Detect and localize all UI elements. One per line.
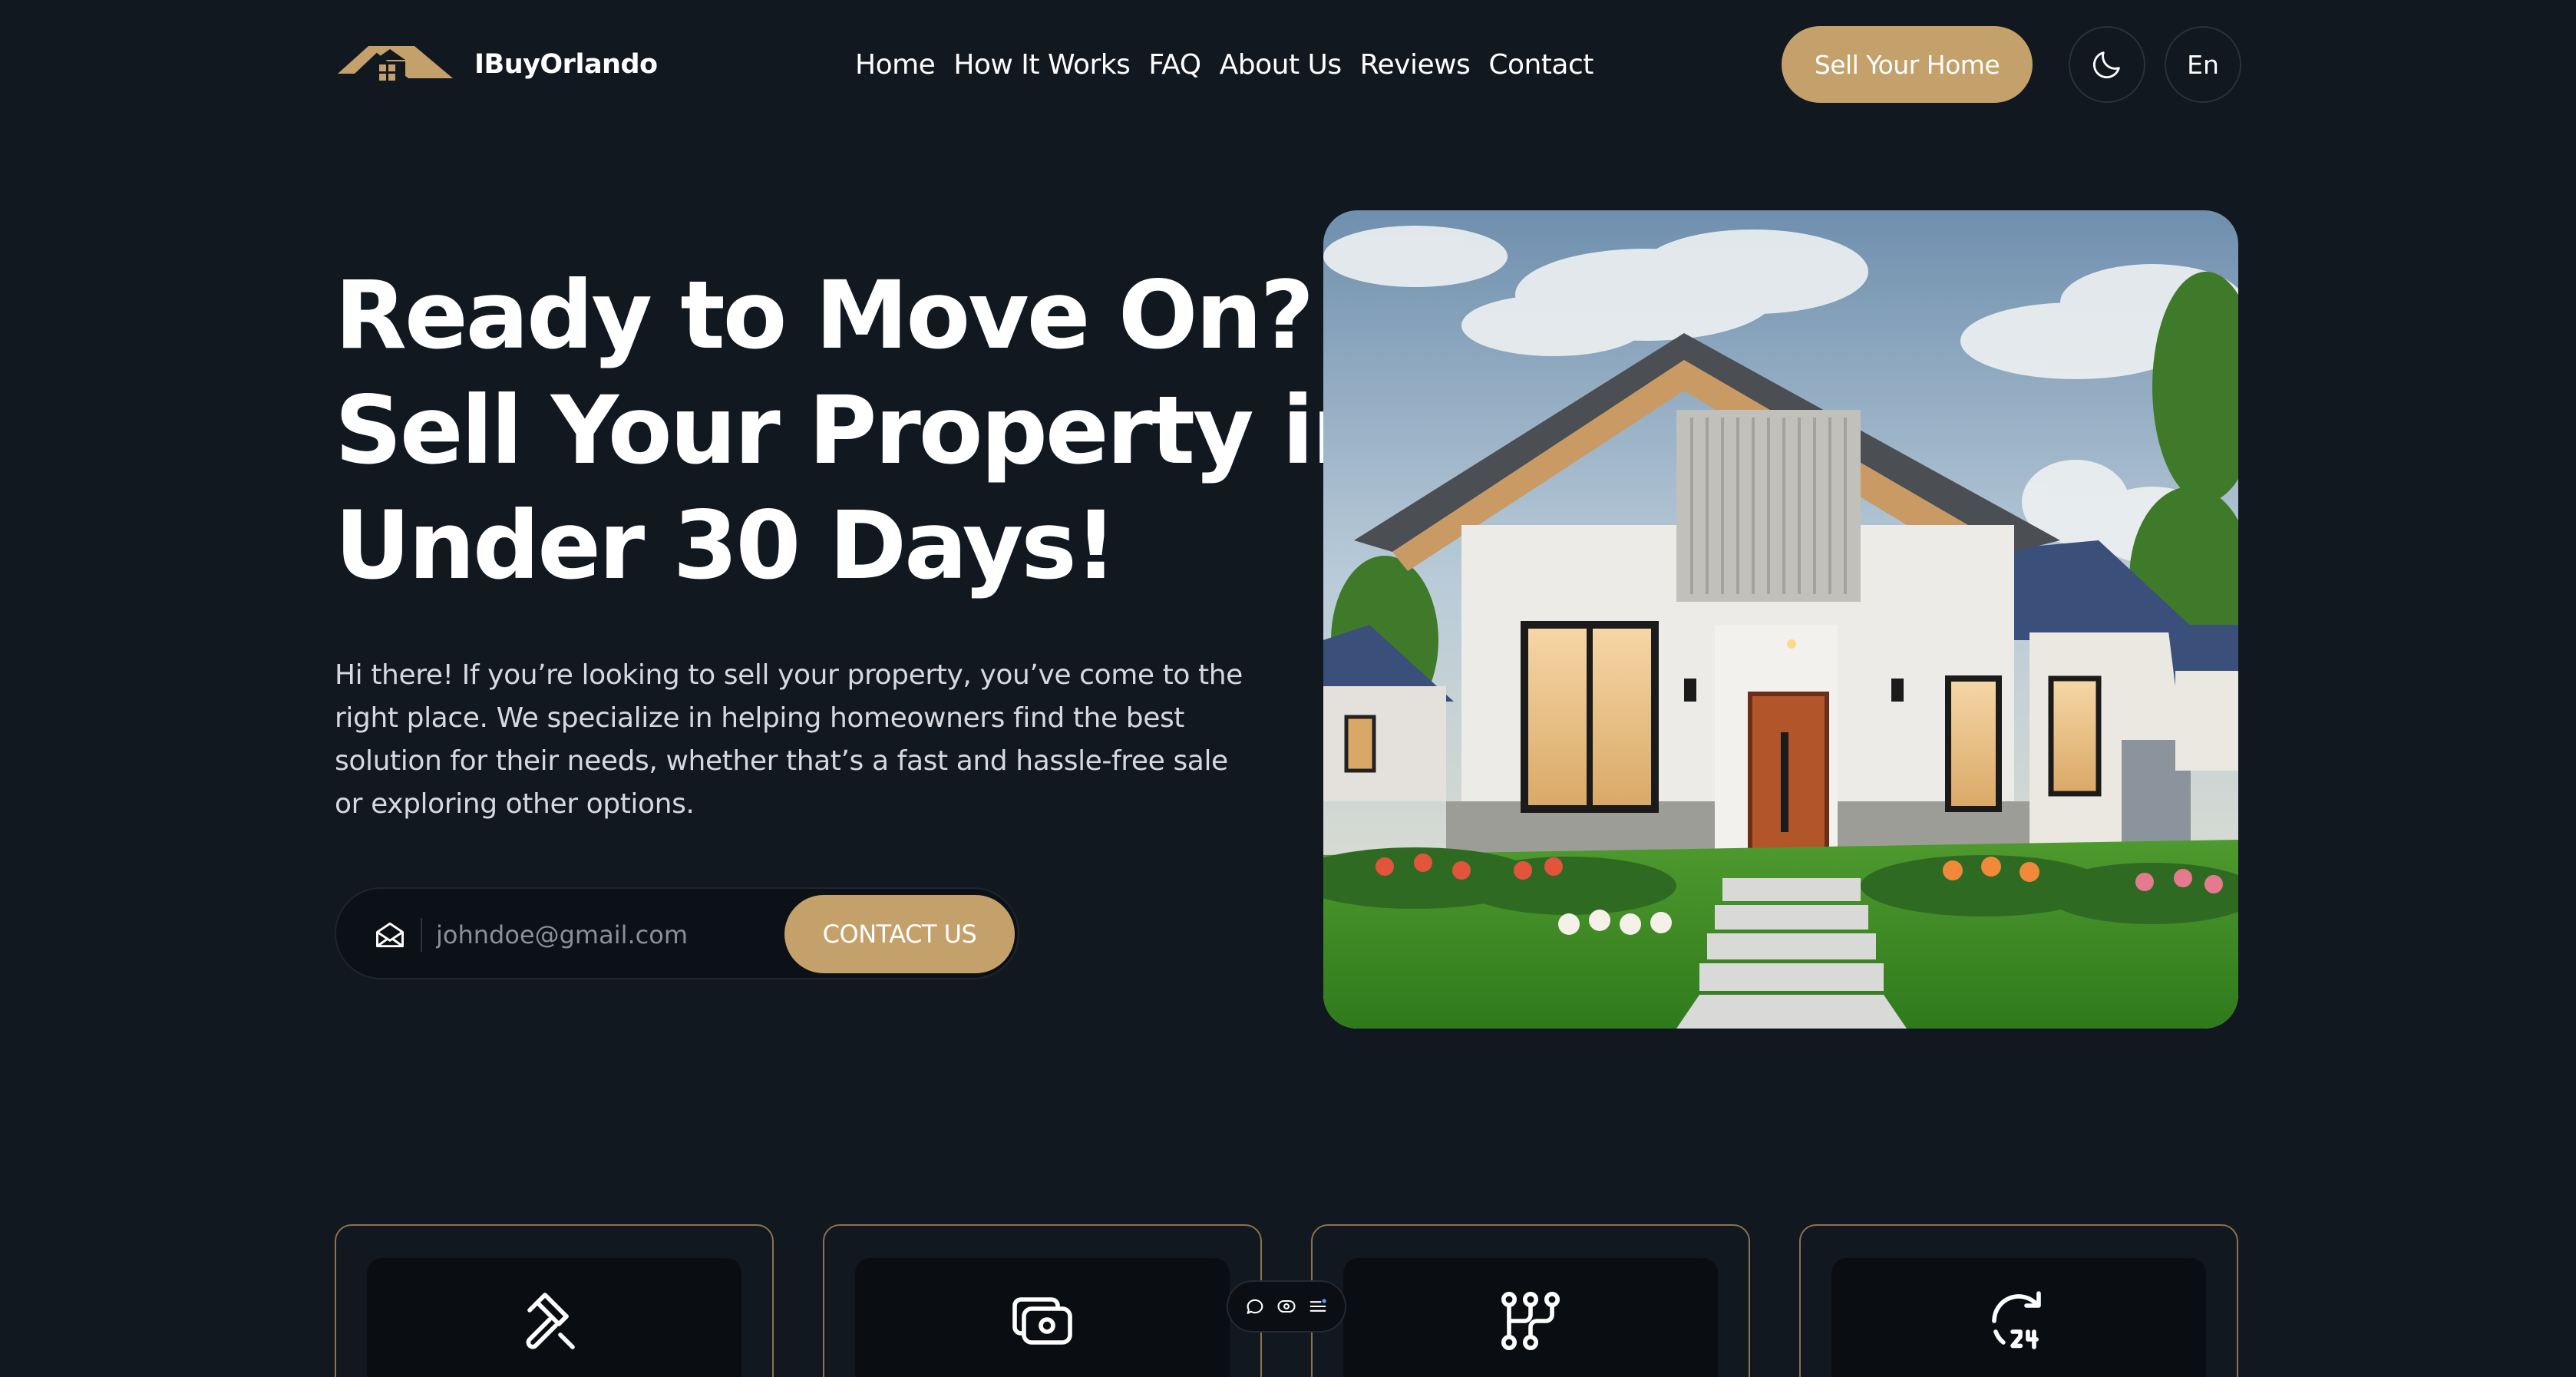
house-roof-logo-icon [338,46,453,81]
email-input[interactable] [436,912,712,958]
feature-card-icon-box [855,1258,1230,1377]
theme-toggle-button[interactable] [2069,26,2145,103]
hero-title-line-2: Sell Your Property in [335,376,1379,485]
feature-card [1799,1224,2238,1377]
feature-card-icon-box [1831,1258,2206,1377]
form-divider [421,918,422,952]
feature-card-icon-box [367,1258,741,1377]
logo[interactable]: IBuyOrlando [338,43,658,86]
24-hour-icon [1992,1291,2041,1349]
eye-icon[interactable] [1276,1296,1297,1317]
contact-us-button[interactable]: CONTACT US [784,895,1015,973]
floating-toolbar [1227,1280,1346,1332]
nav-about-us[interactable]: About Us [1220,49,1342,81]
nav-contact[interactable]: Contact [1488,49,1593,81]
envelope-open-icon [376,922,404,948]
nav-faq[interactable]: FAQ [1148,49,1201,81]
chat-icon[interactable] [1244,1296,1266,1317]
site-header: IBuyOrlando Home How It Works FAQ About … [0,0,2576,130]
hero-house-image [1323,210,2238,1029]
gavel-icon [526,1293,575,1349]
moon-icon [2093,51,2120,78]
workflow-icon [1501,1292,1560,1351]
nav-how-it-works[interactable]: How It Works [953,49,1131,81]
contact-form: CONTACT US [335,887,1019,979]
cash-icon [1012,1297,1072,1345]
feature-card [1311,1224,1750,1377]
hero-title-line-3: Under 30 Days! [335,491,1118,600]
hero-description: Hi there! If you’re looking to sell your… [335,659,1243,820]
feature-card [335,1224,774,1377]
language-button[interactable]: En [2165,26,2241,103]
hero-title-line-1: Ready to Move On? [335,261,1314,370]
main-nav: Home How It Works FAQ About Us Reviews C… [855,43,1593,86]
brand-name: IBuyOrlando [474,49,658,80]
list-icon[interactable] [1307,1296,1329,1317]
sell-your-home-button[interactable]: Sell Your Home [1782,26,2033,103]
nav-reviews[interactable]: Reviews [1360,49,1471,81]
feature-card-icon-box [1343,1258,1718,1377]
hero-title: Ready to Move On? Sell Your Property in … [335,258,1379,603]
feature-card [823,1224,1262,1377]
nav-home[interactable]: Home [855,49,936,81]
